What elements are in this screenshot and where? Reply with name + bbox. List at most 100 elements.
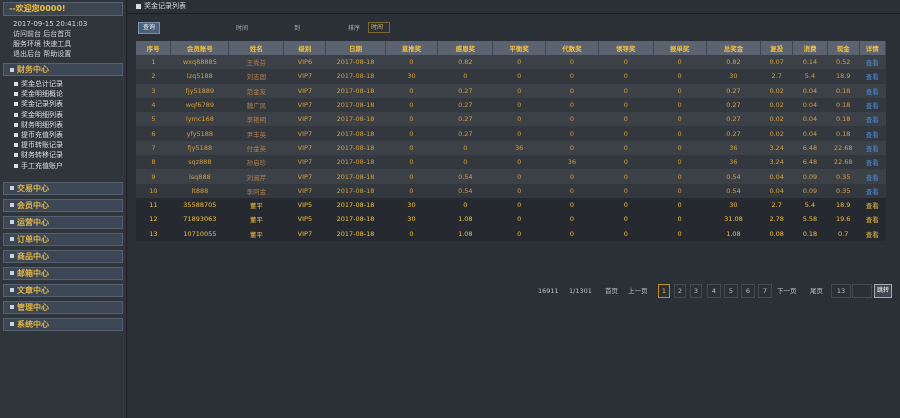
section-finance[interactable]: 财务中心: [3, 63, 123, 76]
table-cell: 0.27: [706, 112, 761, 127]
bullet-icon: [14, 143, 18, 148]
prev-page-link[interactable]: 上一页: [628, 284, 648, 298]
first-page-link[interactable]: 首页: [605, 284, 618, 298]
table-cell: 36: [492, 140, 546, 156]
table-cell: 0: [385, 55, 438, 70]
table-cell: 0: [598, 97, 654, 113]
table-cell: VIP6: [283, 55, 326, 70]
section-article[interactable]: 文章中心: [3, 283, 123, 297]
table-cell: 30: [385, 197, 438, 213]
sidebar-item[interactable]: 奖金明细列表: [14, 110, 126, 120]
table-cell: 0.02: [760, 112, 793, 127]
table-cell: lzq5188: [170, 69, 229, 84]
table-cell: 0: [437, 140, 493, 156]
square-icon: [10, 203, 14, 208]
page-4[interactable]: 4: [707, 284, 721, 298]
table-cell: 12: [136, 212, 171, 227]
view-link[interactable]: 查看: [859, 83, 886, 98]
view-link[interactable]: 查看: [859, 197, 886, 213]
table-cell: 0: [653, 69, 706, 84]
bullet-icon: [14, 112, 18, 117]
table-cell: 7: [136, 140, 171, 156]
sort-select[interactable]: 时间: [368, 22, 390, 33]
section-goods[interactable]: 商品中心: [3, 249, 123, 263]
page-7[interactable]: 7: [758, 284, 772, 298]
table-cell: 0: [385, 140, 438, 156]
info-link-row-2[interactable]: 服务环境 快速工具: [13, 39, 126, 49]
bullet-icon: [14, 82, 18, 86]
view-link[interactable]: 查看: [859, 183, 886, 198]
bullet-icon: [14, 163, 18, 168]
table-cell: 魏广风: [228, 97, 284, 113]
sidebar-item[interactable]: 提币充值列表: [14, 130, 126, 140]
finance-submenu: 奖金总计记录 奖金明细概论 奖金记录列表 奖金明细列表 财务明细列表 提币充值列…: [0, 76, 126, 172]
table-row: 11 35588705 董平 VIP5 2017-08-18 30 0 0 0 0 0 30 2.7 5.…: [136, 197, 886, 213]
sidebar-item[interactable]: 奖金记录列表: [14, 99, 126, 109]
goto-page-blank[interactable]: [852, 284, 872, 298]
page-3[interactable]: 3: [690, 284, 702, 298]
table-cell: 0: [545, 140, 599, 156]
table-cell: 0: [653, 126, 706, 141]
column-header: 消费: [792, 41, 828, 55]
table-cell: 0: [492, 197, 546, 213]
section-member[interactable]: 会员中心: [3, 198, 123, 212]
page-1[interactable]: 1: [658, 284, 670, 298]
section-admin[interactable]: 管理中心: [3, 300, 123, 314]
section-system[interactable]: 系统中心: [3, 317, 123, 331]
view-link[interactable]: 查看: [859, 69, 886, 84]
bullet-icon: [14, 92, 18, 97]
view-link[interactable]: 查看: [859, 97, 886, 113]
section-trade[interactable]: 交易中心: [3, 181, 123, 195]
view-link[interactable]: 查看: [859, 55, 886, 70]
column-header: 序号: [136, 41, 172, 55]
view-link[interactable]: 查看: [859, 112, 886, 127]
table-cell: 30: [706, 197, 761, 213]
table-cell: 2017-08-18: [325, 83, 386, 98]
table-cell: VIP7: [283, 140, 326, 156]
column-header: 会员账号: [170, 41, 230, 55]
table-cell: 0.54: [706, 183, 761, 198]
sidebar-item[interactable]: 财务转移记录: [14, 150, 126, 160]
next-page-link[interactable]: 下一页: [777, 284, 797, 298]
square-icon: [10, 288, 14, 293]
view-link[interactable]: 查看: [859, 226, 886, 241]
table-cell: sqz888: [170, 155, 229, 170]
section-order[interactable]: 订单中心: [3, 232, 123, 246]
sidebar-item[interactable]: 奖金明细概论: [14, 89, 126, 99]
table-cell: 0.82: [706, 55, 761, 70]
sidebar-item[interactable]: 财务明细列表: [14, 120, 126, 130]
table-cell: 2.7: [760, 69, 793, 84]
sidebar-item[interactable]: 手工充值账户: [14, 161, 126, 171]
table-cell: 0.18: [792, 226, 828, 241]
view-link[interactable]: 查看: [859, 126, 886, 141]
table-cell: 0: [653, 183, 706, 198]
view-link[interactable]: 查看: [859, 140, 886, 156]
section-operation[interactable]: 运营中心: [3, 215, 123, 229]
view-link[interactable]: 查看: [859, 155, 886, 170]
section-mail[interactable]: 邮箱中心: [3, 266, 123, 280]
column-header: 姓名: [228, 41, 285, 55]
page-6[interactable]: 6: [741, 284, 755, 298]
info-link-row-3[interactable]: 退出后台 帮助设置: [13, 49, 126, 59]
last-page-link[interactable]: 尾页: [810, 284, 823, 298]
goto-page-input[interactable]: 13: [831, 284, 851, 298]
column-header: 报单奖: [653, 41, 707, 55]
table-cell: 0: [492, 55, 546, 70]
info-link-row-1[interactable]: 访问前台 后台首页: [13, 29, 126, 39]
search-button[interactable]: 查询: [138, 22, 160, 34]
jump-button[interactable]: 跳转: [874, 284, 892, 298]
page-5[interactable]: 5: [724, 284, 738, 298]
bullet-icon: [14, 133, 18, 138]
table-cell: 0: [653, 197, 706, 213]
sidebar-item[interactable]: 奖金总计记录: [14, 79, 126, 89]
table-cell: 35588705: [170, 197, 229, 213]
view-link[interactable]: 查看: [859, 169, 886, 184]
square-icon: [10, 305, 14, 310]
page-2[interactable]: 2: [674, 284, 686, 298]
table-cell: 0: [545, 197, 599, 213]
column-header: 现金: [827, 41, 860, 55]
view-link[interactable]: 查看: [859, 212, 886, 227]
sidebar-item[interactable]: 提币转账记录: [14, 140, 126, 150]
welcome-banner: --欢迎您0000!: [3, 2, 123, 16]
bullet-icon: [14, 122, 18, 127]
